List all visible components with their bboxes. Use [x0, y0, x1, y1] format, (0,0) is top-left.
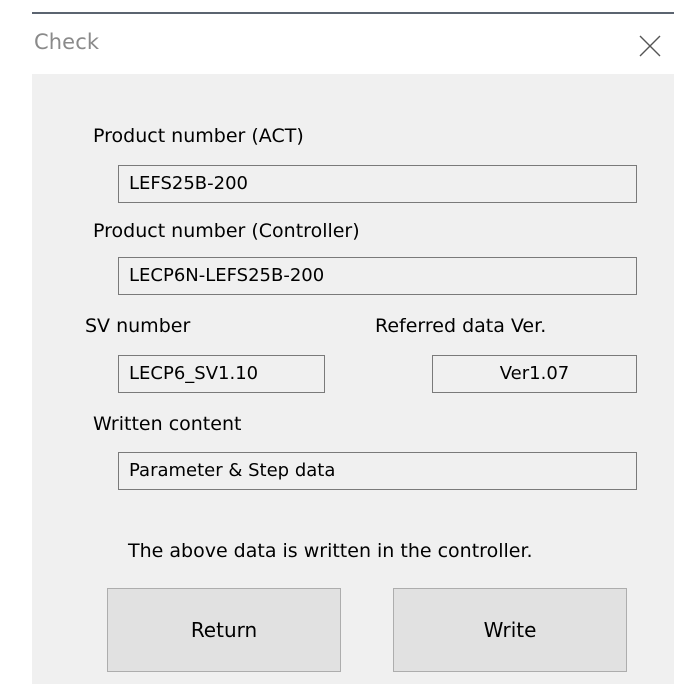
written-content-label: Written content	[93, 413, 242, 435]
close-icon	[639, 35, 661, 57]
write-confirmation-message: The above data is written in the control…	[128, 540, 533, 562]
window-title: Check	[34, 30, 100, 54]
close-button[interactable]	[626, 24, 674, 68]
title-bar: Check	[32, 14, 674, 74]
check-dialog: Check Product number (ACT) LEFS25B-200 P…	[32, 12, 674, 684]
product-number-act-label: Product number (ACT)	[93, 125, 304, 147]
return-button[interactable]: Return	[107, 588, 341, 672]
write-button[interactable]: Write	[393, 588, 627, 672]
product-number-controller-label: Product number (Controller)	[93, 220, 360, 242]
referred-data-ver-field: Ver1.07	[432, 355, 637, 393]
sv-number-field: LECP6_SV1.10	[118, 355, 325, 393]
product-number-act-field: LEFS25B-200	[118, 165, 637, 203]
referred-data-ver-label: Referred data Ver.	[375, 315, 547, 337]
written-content-field: Parameter & Step data	[118, 452, 637, 490]
product-number-controller-field: LECP6N-LEFS25B-200	[118, 257, 637, 295]
sv-number-label: SV number	[85, 315, 191, 337]
